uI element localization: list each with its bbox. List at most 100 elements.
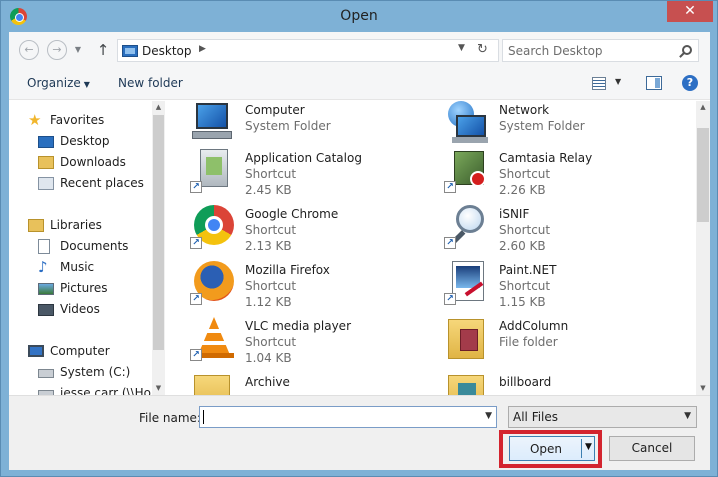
file-item-application-catalog[interactable]: ↗ Application Catalog Shortcut 2.45 KB	[170, 149, 410, 201]
file-item-camtasia-relay[interactable]: ↗ Camtasia Relay Shortcut 2.26 KB	[424, 149, 664, 201]
libraries-icon	[28, 219, 44, 232]
star-icon: ★	[28, 111, 42, 129]
navigation-scrollbar[interactable]: ▲ ▼	[152, 101, 165, 395]
shortcut-arrow-icon: ↗	[444, 293, 456, 305]
sidebar-item-label: System (C:)	[60, 365, 131, 379]
folder-icon	[190, 373, 234, 395]
help-icon[interactable]: ?	[682, 75, 698, 91]
file-name-input[interactable]: ▼	[199, 406, 497, 428]
file-size: 1.04 KB	[245, 351, 292, 365]
breadcrumb[interactable]: Desktop	[142, 44, 192, 58]
shortcut-arrow-icon: ↗	[190, 349, 202, 361]
computer-icon	[190, 101, 234, 145]
up-arrow-icon[interactable]: ↑	[95, 40, 111, 60]
chevron-down-icon: ▼	[684, 411, 691, 421]
file-type: File folder	[499, 335, 558, 349]
file-type: Shortcut	[499, 223, 551, 237]
scroll-up-arrow-icon[interactable]: ▲	[152, 101, 165, 114]
file-size: 1.15 KB	[499, 295, 546, 309]
sidebar-item-label: Favorites	[50, 113, 105, 127]
scroll-down-arrow-icon[interactable]: ▼	[696, 382, 710, 395]
close-button[interactable]: ✕	[667, 1, 713, 22]
paint-net-icon: ↗	[444, 261, 488, 305]
music-icon: ♪	[38, 258, 48, 276]
file-name: billboard	[499, 375, 552, 389]
file-type-filter-value: All Files	[513, 410, 559, 424]
refresh-icon[interactable]: ↻	[477, 42, 488, 57]
recent-locations-chevron-icon[interactable]: ▼	[73, 45, 83, 55]
desktop-icon	[38, 136, 54, 148]
search-input[interactable]: Search Desktop	[502, 39, 699, 62]
file-item-google-chrome[interactable]: ↗ Google Chrome Shortcut 2.13 KB	[170, 205, 410, 257]
scroll-down-arrow-icon[interactable]: ▼	[152, 382, 165, 395]
chevron-down-icon[interactable]: ▼	[485, 411, 492, 421]
split-divider	[581, 439, 582, 458]
file-size: 2.26 KB	[499, 183, 546, 197]
firefox-icon: ↗	[190, 261, 234, 305]
magnifier-icon: ↗	[444, 205, 488, 249]
shortcut-arrow-icon: ↗	[190, 181, 202, 193]
back-button[interactable]: ←	[19, 40, 39, 60]
navigation-pane: ★ Favorites Desktop Downloads Recent pla…	[9, 101, 165, 395]
network-icon	[444, 101, 488, 145]
file-type: Shortcut	[499, 167, 551, 181]
scroll-thumb[interactable]	[697, 128, 709, 222]
organize-button[interactable]: Organize ▼	[27, 76, 90, 90]
text-caret	[203, 410, 204, 424]
file-item-network[interactable]: Network System Folder	[424, 101, 664, 153]
dialog-client-area: ← → ▼ ↑ Desktop ▶ ▼ ↻ Search Desktop Org…	[9, 32, 710, 470]
search-icon[interactable]	[682, 45, 692, 55]
file-item-paint-net[interactable]: ↗ Paint.NET Shortcut 1.15 KB	[424, 261, 664, 313]
file-list-scrollbar[interactable]: ▲ ▼	[696, 101, 710, 395]
file-item-vlc-media-player[interactable]: ↗ VLC media player Shortcut 1.04 KB	[170, 317, 410, 369]
file-name: Mozilla Firefox	[245, 263, 330, 277]
sidebar-item-label: Computer	[50, 344, 110, 358]
file-item-isnif[interactable]: ↗ iSNIF Shortcut 2.60 KB	[424, 205, 664, 257]
sidebar-item-label: Videos	[60, 302, 100, 316]
documents-icon	[38, 239, 50, 254]
sidebar-item-label: Documents	[60, 239, 129, 253]
sidebar-item-label: Downloads	[60, 155, 126, 169]
file-name: Archive	[245, 375, 290, 389]
shortcut-arrow-icon: ↗	[190, 237, 202, 249]
command-toolbar: Organize ▼ New folder ▼ ?	[9, 68, 710, 100]
scroll-thumb[interactable]	[153, 115, 164, 350]
desktop-icon	[122, 45, 138, 57]
file-item-archive[interactable]: Archive	[170, 373, 410, 395]
cancel-button[interactable]: Cancel	[609, 436, 695, 461]
file-item-computer[interactable]: Computer System Folder	[170, 101, 410, 153]
chrome-icon: ↗	[190, 205, 234, 249]
file-type: Shortcut	[499, 279, 551, 293]
recent-places-icon	[38, 177, 54, 190]
vlc-icon: ↗	[190, 317, 234, 361]
bottom-panel: File name: ▼ All Files ▼ Open ▼ Cancel	[9, 395, 710, 470]
preview-pane-icon[interactable]	[646, 76, 662, 90]
address-row: ← → ▼ ↑ Desktop ▶ ▼ ↻ Search Desktop	[9, 32, 710, 68]
title-bar[interactable]: Open ✕	[1, 1, 717, 32]
file-item-billboard[interactable]: billboard	[424, 373, 664, 395]
file-name: Application Catalog	[245, 151, 362, 165]
file-name: Camtasia Relay	[499, 151, 593, 165]
scroll-up-arrow-icon[interactable]: ▲	[696, 101, 710, 114]
chevron-right-icon[interactable]: ▶	[199, 44, 206, 54]
chevron-down-icon[interactable]: ▼	[615, 77, 621, 86]
organize-label: Organize	[27, 76, 81, 90]
downloads-icon	[38, 156, 54, 169]
change-view-icon[interactable]	[592, 77, 606, 90]
address-bar[interactable]: Desktop ▶ ▼ ↻	[117, 39, 499, 62]
open-button[interactable]: Open ▼	[509, 436, 595, 461]
chevron-down-icon[interactable]: ▼	[585, 442, 592, 452]
camtasia-relay-icon: ↗	[444, 149, 488, 193]
drive-icon	[38, 369, 54, 378]
file-item-addcolumn[interactable]: AddColumn File folder	[424, 317, 664, 369]
file-type-filter-select[interactable]: All Files ▼	[508, 406, 697, 428]
forward-button[interactable]: →	[47, 40, 67, 60]
file-item-mozilla-firefox[interactable]: ↗ Mozilla Firefox Shortcut 1.12 KB	[170, 261, 410, 313]
chevron-down-icon[interactable]: ▼	[458, 43, 465, 53]
folder-icon	[444, 373, 488, 395]
new-folder-button[interactable]: New folder	[118, 76, 183, 90]
sidebar-item-label: Libraries	[50, 218, 102, 232]
open-button-label: Open	[529, 442, 563, 456]
shortcut-arrow-icon: ↗	[444, 181, 456, 193]
file-type: System Folder	[499, 119, 585, 133]
